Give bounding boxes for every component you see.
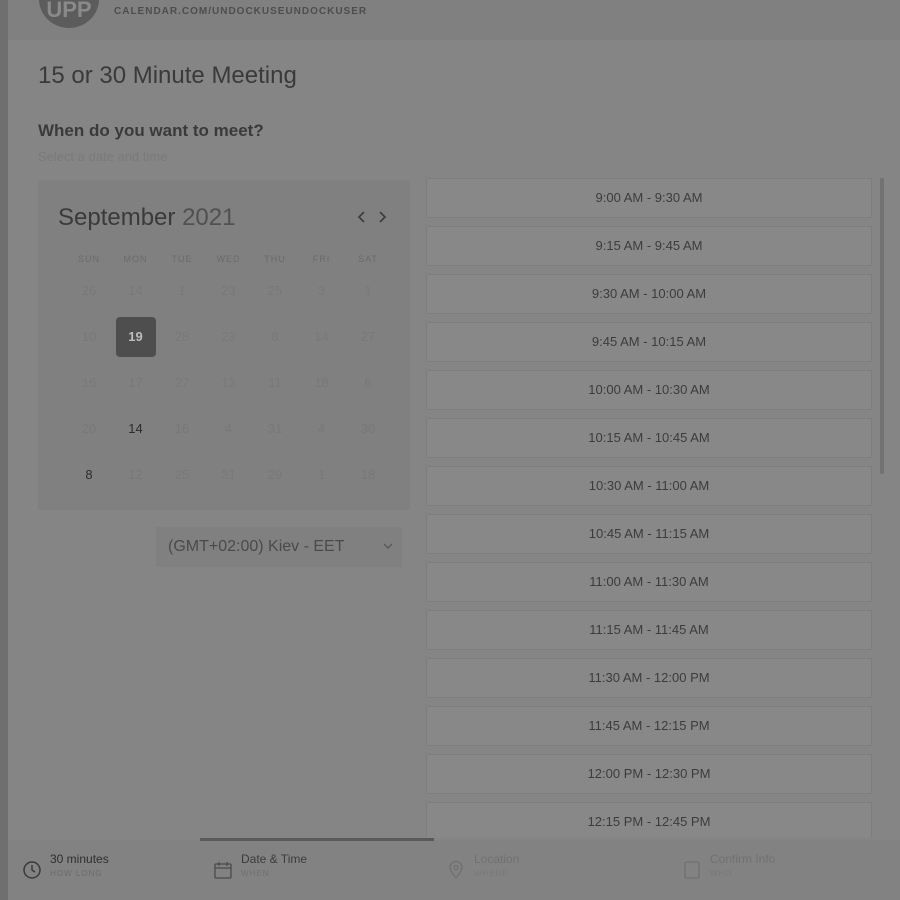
calendar-day: 4 — [224, 421, 233, 436]
month-year-label: September 2021 — [58, 204, 235, 232]
location-pin-icon — [449, 860, 463, 879]
calendar-day: 31 — [267, 421, 283, 436]
time-slot-button[interactable]: 10:30 AM - 11:00 AM — [426, 466, 872, 506]
active-step-indicator — [200, 838, 434, 841]
step-label: Location — [474, 852, 520, 866]
calendar-day: 11 — [268, 375, 282, 390]
chevron-down-icon — [382, 527, 394, 582]
calendar-day: 3 — [317, 283, 326, 298]
calendar-day: 29 — [267, 467, 283, 482]
calendar-day: 1 — [317, 467, 326, 482]
calendar-day: 25 — [174, 467, 190, 482]
timezone-value: (GMT+02:00) Kiev - EET — [168, 538, 345, 555]
calendar-day: 12 — [128, 467, 143, 482]
time-slot-button[interactable]: 11:45 AM - 12:15 PM — [426, 706, 872, 746]
scrollbar[interactable] — [880, 178, 884, 474]
calendar-day: 13 — [221, 375, 236, 390]
step-label: 30 minutes — [50, 852, 109, 866]
clock-icon — [23, 861, 41, 879]
calendar-day: 10 — [81, 329, 97, 344]
calendar-day-available[interactable]: 14 — [116, 409, 156, 449]
time-slot-button[interactable]: 9:45 AM - 10:15 AM — [426, 322, 872, 362]
calendar-day-available[interactable]: 8 — [69, 455, 109, 495]
calendar-day: 4 — [317, 421, 326, 436]
date-picker: September 2021 SUN MON TUE WED THU FRI SAT 26 1… — [38, 180, 410, 510]
scheduling-panel: UPP CALENDAR.COM/UNDOCKUSEUNDOCKUSER 15 … — [8, 0, 900, 900]
calendar-day: 16 — [81, 375, 97, 390]
section-heading: When do you want to meet? — [38, 121, 264, 140]
left-edge-strip — [0, 0, 8, 900]
time-slot-button[interactable]: 11:15 AM - 11:45 AM — [426, 610, 872, 650]
calendar-day: 6 — [364, 375, 372, 390]
weekday-label: SUN — [77, 254, 100, 264]
time-slot-button[interactable]: 11:30 AM - 12:00 PM — [426, 658, 872, 698]
prev-month-button[interactable] — [356, 208, 366, 229]
calendar-day: 27 — [174, 375, 190, 390]
weekday-label: FRI — [312, 254, 331, 264]
calendar-day: 16 — [174, 421, 190, 436]
time-slot-list[interactable]: 9:00 AM - 9:30 AM 9:15 AM - 9:45 AM 9:30 A… — [426, 178, 874, 838]
time-slot-button[interactable]: 9:30 AM - 10:00 AM — [426, 274, 872, 314]
calendar-day-selected[interactable]: 19 — [115, 317, 156, 357]
weekday-label: MON — [123, 254, 148, 264]
calendar-day: 18 — [360, 467, 376, 482]
document-icon — [684, 861, 700, 879]
avatar: UPP — [39, 0, 99, 28]
step-label: Confirm Info — [710, 852, 776, 866]
time-slot-button[interactable]: 9:00 AM - 9:30 AM — [426, 178, 872, 218]
time-slot-button[interactable]: 12:00 PM - 12:30 PM — [426, 754, 872, 794]
weekday-label: THU — [264, 254, 286, 264]
chevron-left-icon — [357, 211, 365, 223]
weekday-label: WED — [216, 254, 241, 264]
calendar-day: 20 — [81, 421, 97, 436]
time-slot-button[interactable]: 9:15 AM - 9:45 AM — [426, 226, 872, 266]
calendar-icon — [214, 862, 232, 879]
step-sublabel: WHERE — [474, 869, 509, 878]
step-label: Date & Time — [241, 852, 308, 866]
calendar-day: 8 — [271, 329, 279, 344]
calendar-day: 14 — [128, 283, 143, 298]
profile-link[interactable]: CALENDAR.COM/UNDOCKUSEUNDOCKUSER — [114, 6, 367, 17]
next-month-button[interactable] — [378, 208, 388, 229]
month-label: September — [58, 204, 176, 231]
time-slot-button[interactable]: 10:45 AM - 11:15 AM — [426, 514, 872, 554]
time-slot-button[interactable]: 10:00 AM - 10:30 AM — [426, 370, 872, 410]
time-slot-button[interactable]: 12:15 PM - 12:45 PM — [426, 802, 872, 838]
calendar-day: 28 — [174, 329, 190, 344]
year-label: 2021 — [182, 204, 236, 231]
header-bar: UPP CALENDAR.COM/UNDOCKUSEUNDOCKUSER — [8, 0, 900, 40]
time-slot-button[interactable]: 10:15 AM - 10:45 AM — [426, 418, 872, 458]
calendar-day: 30 — [360, 421, 376, 436]
chevron-right-icon — [379, 211, 387, 223]
weekday-label: TUE — [171, 254, 193, 264]
calendar-day: 17 — [128, 375, 143, 390]
step-sublabel: WHEN — [241, 869, 270, 878]
calendar-day: 25 — [267, 283, 283, 298]
calendar-day: 27 — [360, 329, 376, 344]
calendar-day: 18 — [314, 375, 329, 390]
calendar-day: 23 — [221, 283, 236, 298]
calendar-day: 23 — [221, 329, 236, 344]
timezone-select[interactable]: (GMT+02:00) Kiev - EET — [156, 527, 402, 567]
weekday-label: SAT — [358, 254, 378, 264]
time-slot-button[interactable]: 11:00 AM - 11:30 AM — [426, 562, 872, 602]
calendar-day: 31 — [221, 467, 236, 482]
calendar-day: 1 — [364, 283, 372, 298]
section-subtitle: Select a date and time — [38, 149, 168, 164]
calendar-day: 1 — [178, 283, 186, 298]
calendar-day: 14 — [314, 329, 329, 344]
page-title: 15 or 30 Minute Meeting — [38, 62, 297, 89]
step-sublabel: HOW LONG — [50, 869, 103, 878]
step-sublabel: WHO — [710, 869, 733, 878]
calendar-day: 26 — [81, 283, 97, 298]
